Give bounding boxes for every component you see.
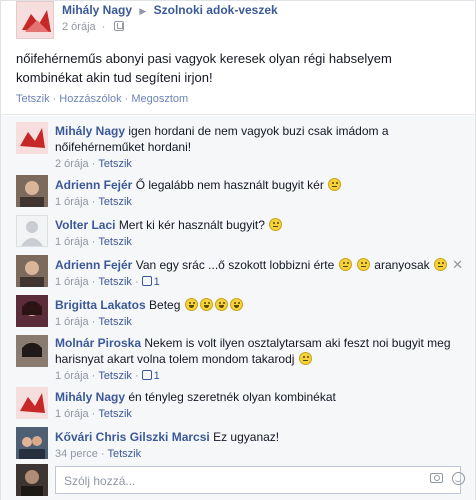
avatar[interactable] <box>16 427 48 459</box>
comment-like-button[interactable]: Tetszik <box>98 408 132 420</box>
author-avatar[interactable] <box>16 1 54 39</box>
avatar[interactable] <box>16 335 48 367</box>
post-header: Mihály Nagy ▶ Szolnoki adok-veszek <box>62 3 278 17</box>
emoji-icon <box>214 298 228 311</box>
avatar[interactable] <box>16 387 48 419</box>
like-button[interactable]: Tetszik <box>16 93 50 105</box>
globe-icon <box>114 21 125 31</box>
comment-text: Van egy srác ...ő szokott lobbizni érte <box>135 258 335 272</box>
avatar[interactable] <box>16 295 48 327</box>
comment-time[interactable]: 1 órája <box>55 316 89 328</box>
comment-like-button[interactable]: Tetszik <box>98 236 132 248</box>
author-name[interactable]: Mihály Nagy <box>62 3 132 17</box>
group-name[interactable]: Szolnoki adok-veszek <box>154 3 278 17</box>
emoji-icon <box>184 298 198 311</box>
avatar[interactable] <box>16 215 48 247</box>
emoji-icon <box>269 218 283 231</box>
share-button[interactable]: Megosztom <box>131 93 188 105</box>
post-text: nőifehérneműs abonyi pasi vagyok keresek… <box>16 51 392 85</box>
current-user-avatar[interactable] <box>16 464 48 496</box>
comment-text: Mert ki kér használt bugyit? <box>118 218 265 232</box>
facebook-post-card: Mihály Nagy ▶ Szolnoki adok-veszek 2 órá… <box>0 0 476 500</box>
comment-time[interactable]: 1 órája <box>55 276 89 288</box>
comment-time[interactable]: 34 perce <box>55 448 98 460</box>
comment-author[interactable]: Kővári Chris Gilszki Marcsi <box>55 430 210 444</box>
comment-author[interactable]: Brigitta Lakatos <box>55 298 146 312</box>
comment-input[interactable]: Szólj hozzá... <box>55 466 461 494</box>
comment-text: Ő legalább nem használt bugyit kér <box>135 178 324 192</box>
avatar[interactable] <box>16 175 48 207</box>
comment-time[interactable]: 1 órája <box>55 236 89 248</box>
comment-like-button[interactable]: Tetszik <box>98 370 132 382</box>
comment-like-button[interactable]: Tetszik <box>98 316 132 328</box>
comment-button[interactable]: Hozzászólok <box>59 93 121 105</box>
emoji-icon <box>356 258 370 271</box>
camera-icon[interactable] <box>430 473 443 483</box>
comment-text: én tényleg szeretnék olyan kombinékat <box>128 390 336 404</box>
comment-author[interactable]: Mihály Nagy <box>55 390 125 404</box>
post-meta: 2 órája · <box>62 21 125 33</box>
like-count[interactable]: 1 <box>154 276 160 288</box>
comment-author[interactable]: Adrienn Fejér <box>55 258 132 272</box>
emoji-icon <box>229 298 243 311</box>
emoji-icon <box>328 178 342 191</box>
post-actions: Tetszik · Hozzászólok · Megosztom <box>16 93 189 105</box>
comment-like-button[interactable]: Tetszik <box>98 158 132 170</box>
comment-author[interactable]: Mihály Nagy <box>55 124 125 138</box>
comment-like-button[interactable]: Tetszik <box>98 196 132 208</box>
avatar[interactable] <box>16 122 48 154</box>
emoji-icon <box>434 258 447 271</box>
comment-time[interactable]: 1 órája <box>55 196 89 208</box>
comment-author[interactable]: Volter Laci <box>55 218 115 232</box>
comment-time[interactable]: 1 órája <box>55 408 89 420</box>
close-icon[interactable]: ✕ <box>452 257 463 273</box>
comment-text-2: aranyosak <box>374 258 430 272</box>
comment-time[interactable]: 1 órája <box>55 370 89 382</box>
emoji-icon <box>199 298 213 311</box>
emoji-icon <box>338 258 352 271</box>
like-icon <box>141 276 152 286</box>
post: Mihály Nagy ▶ Szolnoki adok-veszek 2 órá… <box>1 1 475 115</box>
post-time[interactable]: 2 órája <box>62 21 96 33</box>
comment-like-button[interactable]: Tetszik <box>107 448 141 460</box>
comment-author[interactable]: Adrienn Fejér <box>55 178 132 192</box>
comment-time[interactable]: 2 órája <box>55 158 89 170</box>
like-count[interactable]: 1 <box>154 370 160 382</box>
emoji-icon <box>298 352 312 365</box>
emoji-picker-icon[interactable] <box>452 472 465 485</box>
arrow-right-icon: ▶ <box>139 6 147 16</box>
like-icon <box>141 370 152 380</box>
avatar[interactable] <box>16 255 48 287</box>
comments-list: Mihály Nagy igen hordani de nem vagyok b… <box>1 116 475 499</box>
comment-text: Beteg <box>149 298 181 312</box>
reply-box: Szólj hozzá... <box>1 464 475 500</box>
comment-like-button[interactable]: Tetszik <box>98 276 132 288</box>
comment-text: Ez ugyanaz! <box>213 430 280 444</box>
comment-author[interactable]: Molnár Piroska <box>55 336 141 350</box>
